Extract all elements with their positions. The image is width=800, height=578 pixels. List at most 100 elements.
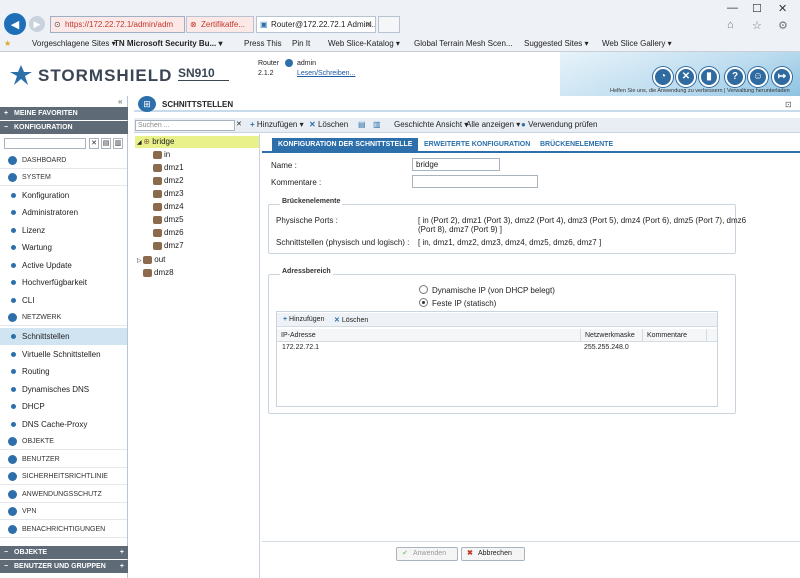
sidebar-configuration-header[interactable]: − KONFIGURATION	[0, 121, 128, 134]
list-view-icon[interactable]: ▤	[101, 138, 111, 149]
cancel-button[interactable]: ✖ Abbrechen	[461, 547, 525, 561]
sidebar-item-schnittstellen[interactable]: Schnittstellen	[0, 328, 127, 345]
tree-node-dmz8[interactable]: dmz8	[143, 267, 174, 279]
close-window-icon[interactable]: ✕	[778, 2, 787, 15]
grid-add-button[interactable]: + Hinzufügen	[283, 316, 324, 323]
favorite-link[interactable]: Vorgeschlagene Sites ▾	[32, 36, 116, 52]
minimize-icon[interactable]: —	[727, 2, 738, 14]
column-comments[interactable]: Kommentare	[643, 329, 707, 342]
tree-node-dmz3[interactable]: dmz3	[153, 188, 184, 200]
favorite-link[interactable]: Web Slice-Katalog ▾	[328, 36, 400, 52]
comment-input[interactable]	[412, 175, 538, 188]
expand-all-icon[interactable]: ▥	[373, 120, 381, 129]
help-icon[interactable]: ?	[725, 67, 745, 87]
sidebar-item-dns-cache-proxy[interactable]: DNS Cache-Proxy	[0, 416, 127, 433]
tree-node-dmz4[interactable]: dmz4	[153, 201, 184, 213]
sidebar-item-konfiguration[interactable]: Konfiguration	[0, 187, 127, 204]
sidebar-item-dhcp[interactable]: DHCP	[0, 398, 127, 415]
security-policy-icon	[8, 472, 17, 481]
sidebar-bottom-objekte[interactable]: − OBJEKTE +	[0, 546, 128, 559]
table-row-ip[interactable]: 172.22.72.1	[282, 344, 319, 351]
settings-gear-icon[interactable]: ⚙	[778, 19, 788, 32]
pin-icon[interactable]: ⊡	[785, 100, 792, 109]
sidebar-item-dashboard[interactable]: DASHBOARD	[0, 152, 127, 169]
tab-interface-configuration[interactable]: KONFIGURATION DER SCHNITTSTELLE	[272, 138, 419, 151]
tree-node-dmz5[interactable]: dmz5	[153, 214, 184, 226]
collapse-sidebar-icon[interactable]: «	[118, 97, 122, 106]
sidebar-favorites-header[interactable]: + MEINE FAVORITEN	[0, 107, 128, 120]
sidebar-item-wartung[interactable]: Wartung	[0, 239, 127, 256]
tree-node-dmz7[interactable]: dmz7	[153, 240, 184, 252]
static-ip-radio[interactable]	[419, 298, 428, 307]
tab-router[interactable]: ▣ Router@172.22.72.1 Admini... ✕	[256, 16, 376, 33]
clear-tree-search-icon[interactable]: ✕	[236, 120, 242, 128]
tools-icon[interactable]: ✕	[676, 67, 696, 87]
show-all-dropdown[interactable]: Alle anzeigen ▾	[466, 120, 520, 129]
favorite-link[interactable]: Suggested Sites ▾	[524, 36, 589, 52]
table-row-netmask[interactable]: 255.255.248.0	[584, 344, 629, 351]
help-text[interactable]: Helfen Sie uns, die Anwendung zu verbess…	[610, 88, 790, 94]
favorite-link[interactable]: Global Terrain Mesh Scen...	[414, 36, 513, 52]
tab-advanced-configuration[interactable]: ERWEITERTE KONFIGURATION	[418, 138, 536, 151]
tab-certificate-error[interactable]: ⊗ Zertifikatfe...	[186, 16, 254, 33]
tree-node-bridge[interactable]: ◢ ⊕ bridge	[137, 136, 174, 148]
check-usage-button[interactable]: ● Verwendung prüfen	[521, 120, 597, 129]
monitor-icon[interactable]: ▮	[699, 67, 719, 87]
sidebar-item-sicherheitsrichtlinie[interactable]: SICHERHEITSRICHTLINIE	[0, 468, 127, 485]
sidebar-item-anwendungsschutz[interactable]: ANWENDUNGSSCHUTZ	[0, 486, 127, 503]
sidebar-search-input[interactable]	[4, 138, 86, 149]
sidebar-item-dynamisches-dns[interactable]: Dynamisches DNS	[0, 381, 127, 398]
delete-button[interactable]: ✕ Löschen	[309, 120, 348, 129]
sidebar-item-system[interactable]: SYSTEM	[0, 169, 127, 186]
sidebar-bottom-benutzer-und-gruppen[interactable]: − BENUTZER UND GRUPPEN +	[0, 560, 128, 573]
sidebar-item-vpn[interactable]: VPN	[0, 503, 127, 520]
forward-icon[interactable]: ▶	[29, 16, 45, 32]
sidebar-item-lizenz[interactable]: Lizenz	[0, 222, 127, 239]
tree-search-input[interactable]: Suchen ...	[135, 120, 235, 131]
dashboard-icon[interactable]: ◔	[653, 67, 673, 87]
maximize-icon[interactable]: ☐	[752, 2, 762, 15]
column-netmask[interactable]: Netzwerkmaske	[581, 329, 643, 342]
back-icon[interactable]: ◀	[4, 13, 26, 35]
sidebar-item-routing[interactable]: Routing	[0, 363, 127, 380]
dhcp-radio[interactable]	[419, 285, 428, 294]
tree-node-dmz6[interactable]: dmz6	[153, 227, 184, 239]
logout-icon[interactable]: ↦	[772, 67, 792, 87]
collapse-all-icon[interactable]: ▤	[358, 120, 366, 129]
sidebar-item-hochverfuegbarkeit[interactable]: Hochverfügbarkeit	[0, 274, 127, 291]
clear-search-icon[interactable]: ✕	[89, 138, 99, 149]
access-link[interactable]: Lesen/Schreiben...	[297, 70, 355, 77]
favorite-link[interactable]: Pin It	[292, 36, 310, 52]
column-ip-address[interactable]: IP-Adresse	[277, 329, 581, 342]
tree-node-out[interactable]: ▷ out	[137, 254, 165, 266]
tab-bridge-members[interactable]: BRÜCKENELEMENTE	[534, 138, 619, 151]
sidebar-item-benutzer[interactable]: BENUTZER	[0, 451, 127, 468]
sidebar-item-active-update[interactable]: Active Update	[0, 257, 127, 274]
add-button[interactable]: + Hinzufügen ▾	[250, 120, 304, 129]
sidebar-item-benachrichtigungen[interactable]: BENACHRICHTIGUNGEN	[0, 521, 127, 538]
sidebar-item-netzwerk[interactable]: NETZWERK	[0, 309, 127, 326]
home-icon[interactable]: ⌂	[727, 19, 734, 31]
tree-view-icon[interactable]: ▥	[113, 138, 123, 149]
apply-button[interactable]: ✔ Anwenden	[396, 547, 458, 561]
favorites-bar-star-icon[interactable]: ★	[4, 36, 11, 52]
favorite-link[interactable]: Web Slice Gallery ▾	[602, 36, 672, 52]
view-dropdown[interactable]: Geschichte Ansicht ▾	[394, 120, 468, 129]
app-protection-icon	[8, 490, 17, 499]
sidebar-item-cli[interactable]: CLI	[0, 292, 127, 309]
grid-delete-button[interactable]: ✕ Löschen	[334, 316, 368, 324]
tree-node-in[interactable]: in	[153, 149, 170, 161]
sidebar-item-virtuelle-schnittstellen[interactable]: Virtuelle Schnittstellen	[0, 346, 127, 363]
tree-node-dmz2[interactable]: dmz2	[153, 175, 184, 187]
name-input[interactable]: bridge	[412, 158, 500, 171]
sidebar-item-administratoren[interactable]: Administratoren	[0, 204, 127, 221]
close-tab-icon[interactable]: ✕	[365, 17, 372, 32]
favorite-link[interactable]: Press This	[244, 36, 282, 52]
favorites-star-icon[interactable]: ☆	[752, 19, 762, 32]
user-icon[interactable]: ☺	[748, 67, 768, 87]
favorite-link[interactable]: TN Microsoft Security Bu... ▾	[114, 36, 222, 52]
address-bar[interactable]: ⊙ https://172.22.72.1/admin/adm	[50, 16, 185, 33]
tree-node-dmz1[interactable]: dmz1	[153, 162, 184, 174]
new-tab-button[interactable]	[378, 16, 400, 33]
sidebar-item-objekte[interactable]: OBJEKTE	[0, 433, 127, 450]
